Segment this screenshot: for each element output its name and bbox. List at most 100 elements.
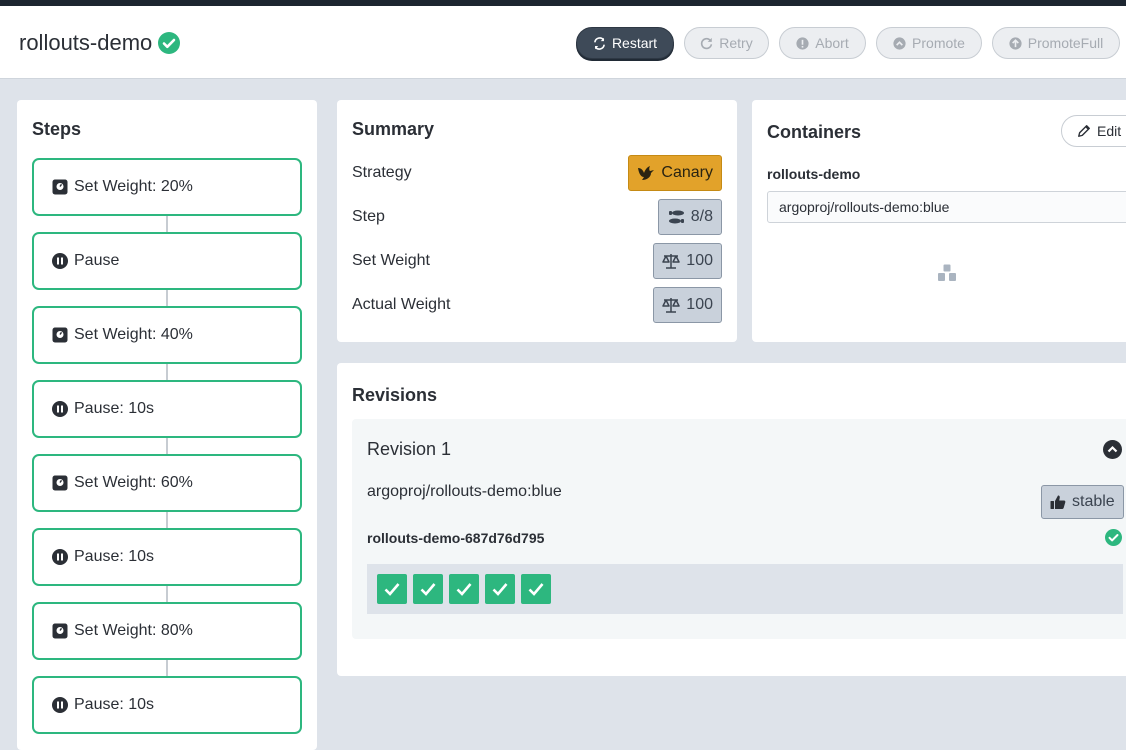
summary-title: Summary (352, 119, 435, 139)
retry-button[interactable]: Retry (684, 27, 769, 59)
step-set-weight-60[interactable]: Set Weight: 60% (32, 454, 302, 512)
set-weight-value: 100 (686, 252, 713, 269)
cubes-icon (938, 264, 956, 281)
weight-icon (52, 179, 68, 195)
pod-healthy[interactable] (449, 574, 479, 604)
steps-title: Steps (32, 119, 82, 139)
check-icon (420, 583, 436, 596)
arrow-up-circle-icon (1009, 36, 1022, 50)
actual-weight-badge: 100 (653, 287, 722, 323)
step-label: Pause: 10s (74, 548, 155, 565)
step-pause[interactable]: Pause (32, 232, 302, 290)
promote-label: Promote (912, 35, 965, 51)
step-label: Pause: 10s (74, 400, 155, 417)
summary-row-strategy: Strategy Canary (352, 155, 722, 191)
step-pause-10s[interactable]: Pause: 10s (32, 380, 302, 438)
abort-button[interactable]: Abort (779, 27, 866, 59)
strategy-value: Canary (661, 164, 713, 181)
revision-label: Revision 1 (367, 439, 452, 459)
step-label: Set Weight: 80% (74, 622, 193, 639)
weight-icon (52, 475, 68, 491)
stable-badge: stable (1041, 485, 1124, 519)
rollout-name: rollouts-demo (19, 30, 153, 55)
step-connector (166, 660, 168, 676)
steps-card: Steps Set Weight: 20% Pause Set Weight: … (17, 100, 317, 750)
pod-healthy[interactable] (485, 574, 515, 604)
collapse-chevron-icon[interactable] (1103, 440, 1122, 459)
step-value: 8/8 (690, 208, 713, 225)
pods-container (367, 564, 1123, 614)
revision-panel: Revision 1 argoproj/rollouts-demo:blue s… (352, 419, 1126, 639)
pencil-icon (1078, 125, 1090, 137)
pause-icon (52, 697, 68, 713)
step-connector (166, 364, 168, 380)
strategy-badge: Canary (628, 155, 722, 191)
shoe-prints-icon (668, 210, 684, 224)
healthy-check-icon (158, 32, 181, 54)
promote-full-label: PromoteFull (1027, 35, 1104, 51)
step-connector (166, 586, 168, 602)
pause-icon (52, 253, 68, 269)
replicaset-healthy-icon (1105, 529, 1122, 546)
pod-healthy[interactable] (521, 574, 551, 604)
summary-label: Step (352, 208, 385, 225)
abort-label: Abort (815, 35, 849, 51)
step-set-weight-80[interactable]: Set Weight: 80% (32, 602, 302, 660)
set-weight-badge: 100 (653, 243, 722, 279)
step-label: Pause: 10s (74, 696, 155, 713)
container-image-field[interactable]: argoproj/rollouts-demo:blue (767, 191, 1126, 223)
chevron-up-circle-icon (893, 36, 906, 50)
summary-label: Actual Weight (352, 296, 451, 313)
pause-icon (52, 401, 68, 417)
check-icon (528, 583, 544, 596)
refresh-icon (593, 36, 605, 50)
pod-healthy[interactable] (377, 574, 407, 604)
step-pause-10s[interactable]: Pause: 10s (32, 676, 302, 734)
step-connector (166, 438, 168, 454)
promote-full-button[interactable]: PromoteFull (992, 27, 1120, 59)
replicaset-name: rollouts-demo-687d76d795 (367, 530, 545, 546)
step-label: Set Weight: 60% (74, 474, 193, 491)
edit-label: Edit (1097, 123, 1122, 139)
step-label: Set Weight: 20% (74, 178, 193, 195)
pod-healthy[interactable] (413, 574, 443, 604)
step-connector (166, 216, 168, 232)
check-icon (456, 583, 472, 596)
summary-label: Set Weight (352, 252, 430, 269)
summary-row-step: Step 8/8 (352, 199, 722, 235)
step-connector (166, 290, 168, 306)
step-connector (166, 512, 168, 528)
container-image-value: argoproj/rollouts-demo:blue (779, 199, 950, 215)
balance-scale-icon (662, 254, 681, 269)
exclamation-circle-icon (796, 36, 809, 50)
revisions-title: Revisions (352, 385, 438, 405)
step-label: Set Weight: 40% (74, 326, 193, 343)
step-pause-10s[interactable]: Pause: 10s (32, 528, 302, 586)
revision-image: argoproj/rollouts-demo:blue (367, 483, 562, 500)
weight-icon (52, 623, 68, 639)
restart-label: Restart (611, 35, 658, 51)
summary-label: Strategy (352, 164, 412, 181)
weight-icon (52, 327, 68, 343)
step-label: Pause (74, 252, 120, 269)
stable-label: stable (1072, 493, 1115, 510)
thumbs-up-icon (1050, 495, 1066, 509)
balance-scale-icon (662, 298, 681, 313)
restart-button[interactable]: Restart (576, 27, 674, 59)
page-title: rollouts-demo (19, 30, 181, 56)
step-set-weight-40[interactable]: Set Weight: 40% (32, 306, 302, 364)
edit-button[interactable]: Edit (1061, 115, 1126, 147)
redo-icon (701, 37, 713, 49)
promote-button[interactable]: Promote (876, 27, 982, 59)
actual-weight-value: 100 (686, 296, 713, 313)
check-icon (492, 583, 508, 596)
step-set-weight-20[interactable]: Set Weight: 20% (32, 158, 302, 216)
header: rollouts-demo Restart Retry Abort Promot… (0, 6, 1126, 79)
retry-label: Retry (719, 35, 753, 51)
containers-title: Containers (767, 122, 862, 142)
dove-icon (638, 166, 655, 180)
summary-row-actual-weight: Actual Weight 100 (352, 287, 722, 323)
container-name: rollouts-demo (767, 166, 861, 182)
summary-row-set-weight: Set Weight 100 (352, 243, 722, 279)
step-badge: 8/8 (657, 199, 722, 235)
